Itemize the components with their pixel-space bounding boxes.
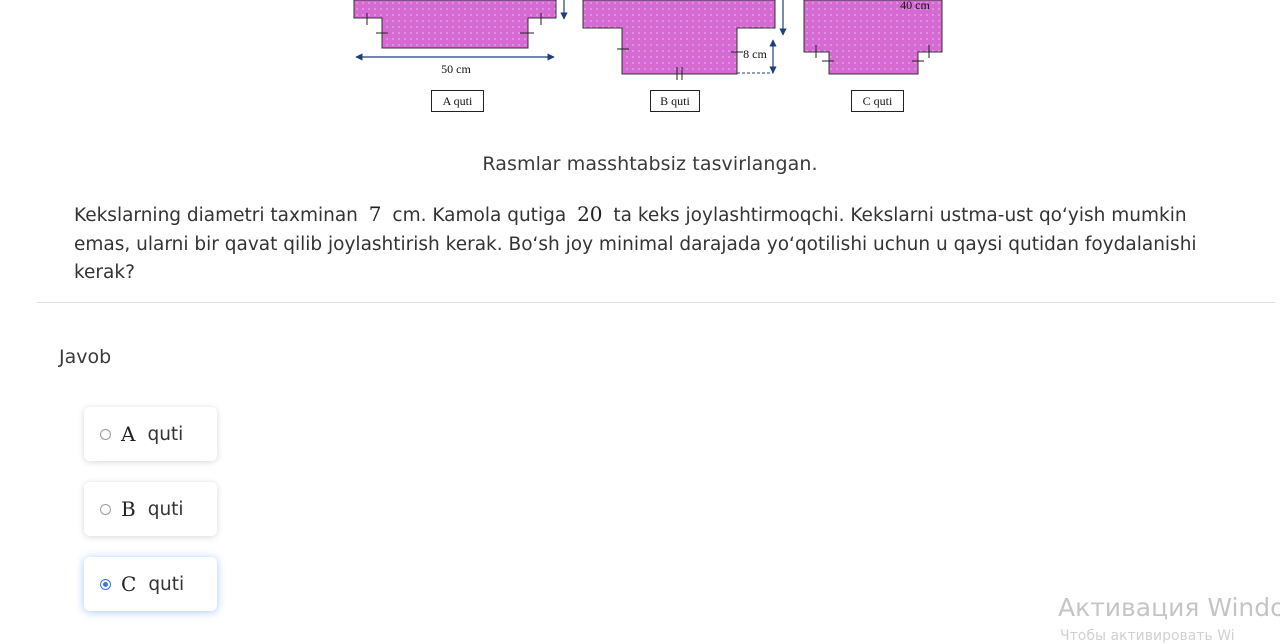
question-number-diameter: 7 — [368, 202, 382, 226]
question-number-count: 20 — [577, 202, 603, 226]
question-part-1: Kekslarning diametri taxminan — [74, 205, 358, 226]
dim-b-depth: 8 cm — [743, 47, 767, 61]
box-a-label: A quti — [431, 90, 484, 112]
answer-option-b[interactable]: B quti — [84, 482, 217, 536]
answer-option-a[interactable]: A quti — [84, 407, 217, 461]
option-letter-a: A — [121, 422, 136, 446]
option-letter-c: C — [121, 572, 137, 596]
dim-c-width: 40 cm — [900, 0, 930, 12]
figure-caption: Rasmlar masshtabsiz tasvirlangan. — [482, 153, 818, 175]
radio-button-b[interactable] — [100, 503, 111, 515]
section-divider — [37, 302, 1275, 303]
radio-button-a[interactable] — [100, 428, 111, 440]
radio-button-c[interactable] — [100, 578, 111, 590]
answer-option-c[interactable]: C quti — [84, 557, 217, 611]
option-label-c: quti — [148, 573, 185, 595]
option-label-b: quti — [147, 498, 184, 520]
box-b-shape — [582, 0, 787, 80]
option-letter-b: B — [121, 497, 136, 521]
question-text: Kekslarning diametri taxminan 7 cm. Kamo… — [74, 200, 1224, 288]
option-label-a: quti — [147, 423, 184, 445]
windows-activation-watermark: Активация Windo — [1058, 593, 1280, 622]
box-diagram: 50 cm 8 cm 40 cm — [353, 0, 943, 80]
box-c-label: C quti — [851, 90, 904, 112]
answer-title: Javob — [59, 346, 112, 368]
box-a-shape — [353, 0, 568, 61]
windows-activation-subtext: Чтобы активировать Wi — [1060, 628, 1235, 644]
dim-a-width: 50 cm — [441, 62, 471, 76]
box-b-label: B quti — [650, 90, 700, 112]
question-part-2: cm. Kamola qutiga — [392, 205, 567, 226]
